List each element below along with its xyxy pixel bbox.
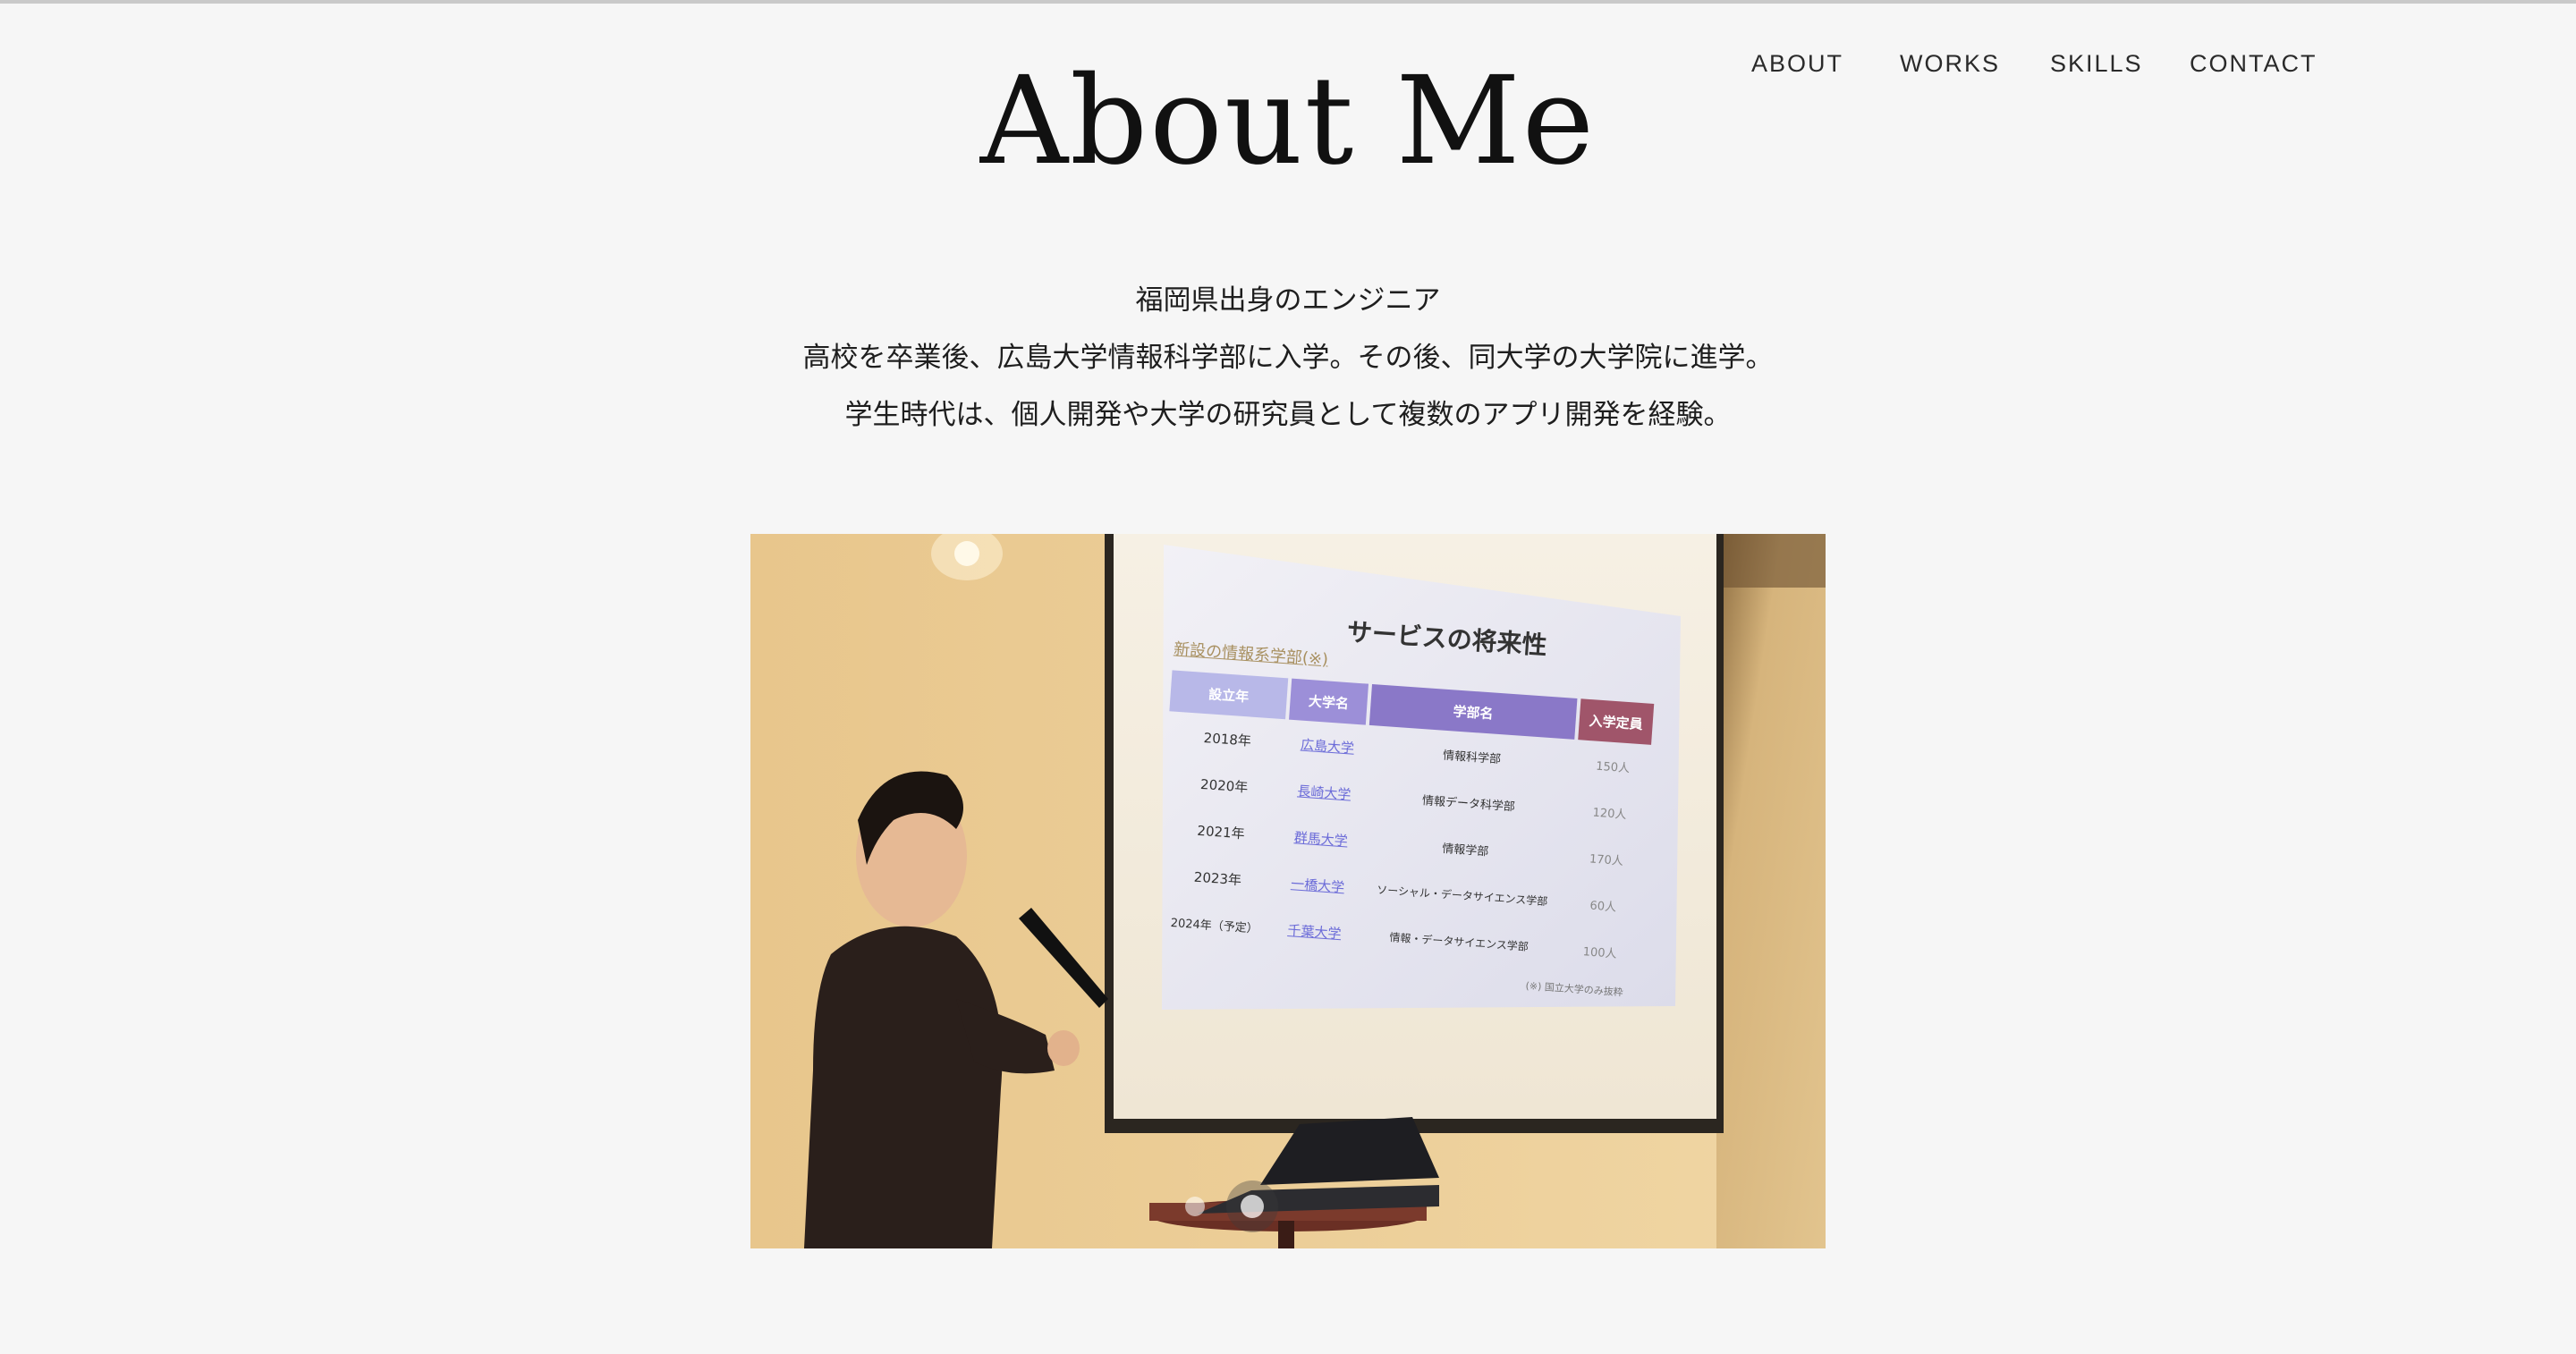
slide-cell: ソーシャル・データサイエンス学部 <box>1376 883 1548 908</box>
slide-cell: 150人 <box>1595 759 1631 775</box>
slide-cell: 一橋大学 <box>1290 875 1345 895</box>
nav-contact[interactable]: CONTACT <box>2190 47 2318 81</box>
slide-cell: 2023年 <box>1193 868 1242 888</box>
slide-content: サービスの将来性 新設の情報系学部(※) 設立年 大学名 学部名 入学定員 20… <box>1142 588 1671 1033</box>
intro-line-3: 学生時代は、個人開発や大学の研究員として複数のアプリ開発を経験。 <box>844 399 1732 431</box>
slide-cell: 情報学部 <box>1441 842 1489 859</box>
slide-cell: 100人 <box>1582 944 1618 961</box>
slide-cell: 2018年 <box>1203 729 1252 749</box>
slide-cell: 2020年 <box>1199 775 1249 796</box>
slide-cell: 情報データ科学部 <box>1421 793 1516 814</box>
slide-cell: 60人 <box>1589 899 1617 915</box>
carousel-dot-1[interactable] <box>1185 1197 1205 1216</box>
slide-cell: 170人 <box>1589 851 1624 868</box>
slide-cell: 広島大学 <box>1300 736 1355 757</box>
slide-col-capacity: 入学定員 <box>1578 698 1655 745</box>
slide-title: サービスの将来性 <box>1345 616 1548 661</box>
slide-cell: 群馬大学 <box>1293 828 1349 849</box>
slide-cell: 2021年 <box>1196 822 1246 842</box>
carousel-dots <box>1185 1195 1264 1218</box>
presentation-photo: サービスの将来性 新設の情報系学部(※) 設立年 大学名 学部名 入学定員 20… <box>750 534 1826 1248</box>
nav-works[interactable]: WORKS <box>1900 47 2000 81</box>
slide-cell: 長崎大学 <box>1296 782 1352 803</box>
carousel-dot-2[interactable] <box>1241 1195 1264 1218</box>
slide-cell: 2024年（予定） <box>1170 916 1259 936</box>
intro-line-2: 高校を卒業後、広島大学情報科学部に入学。その後、同大学の大学院に進学。 <box>802 342 1774 374</box>
slide-table: 設立年 大学名 学部名 入学定員 2018年 広島大学 情報科学部 150人 2… <box>1153 670 1655 977</box>
slide-cell: 情報・データサイエンス学部 <box>1389 930 1530 953</box>
slide-footnote: (※) 国立大学のみ抜粋 <box>1525 979 1624 999</box>
slide-col-year: 設立年 <box>1169 670 1289 720</box>
slide-subtitle: 新設の情報系学部(※) <box>1173 639 1329 670</box>
slide-col-university: 大学名 <box>1289 678 1369 725</box>
nav-skills[interactable]: SKILLS <box>2050 47 2143 81</box>
nav-about[interactable]: ABOUT <box>1751 47 1843 81</box>
intro-line-1: 福岡県出身のエンジニア <box>1135 284 1441 317</box>
slide-cell: 120人 <box>1592 806 1627 822</box>
slide-cell: 情報科学部 <box>1442 749 1502 766</box>
intro-text: 福岡県出身のエンジニア 高校を卒業後、広島大学情報科学部に入学。その後、同大学の… <box>0 272 2576 444</box>
page: About Me ABOUT WORKS SKILLS CONTACT 福岡県出… <box>0 0 2576 1354</box>
slide-cell: 千葉大学 <box>1286 921 1343 942</box>
